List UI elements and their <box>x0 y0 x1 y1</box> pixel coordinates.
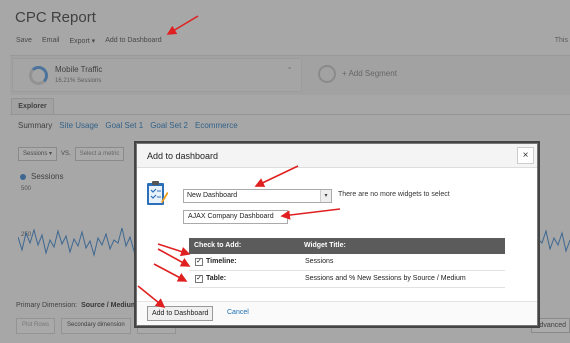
chevron-down-icon: ▾ <box>320 190 331 202</box>
cancel-link[interactable]: Cancel <box>227 309 249 316</box>
timeline-checkbox[interactable]: ✓ <box>195 258 203 266</box>
dialog-header: Add to dashboard × <box>137 144 537 168</box>
timeline-label: Timeline: <box>206 258 237 265</box>
dashboard-select[interactable]: New Dashboard ▾ <box>183 189 332 203</box>
close-icon[interactable]: × <box>517 147 534 164</box>
table-widget-title[interactable]: Sessions and % New Sessions by Source / … <box>305 275 466 282</box>
dialog-footer: Add to Dashboard Cancel <box>137 301 537 325</box>
table-checkbox[interactable]: ✓ <box>195 275 203 283</box>
table-label: Table: <box>206 275 227 282</box>
table-row: ✓ Timeline: Sessions <box>189 254 505 271</box>
add-to-dashboard-submit-button[interactable]: Add to Dashboard <box>147 306 214 321</box>
dialog-title: Add to dashboard <box>147 151 219 161</box>
add-to-dashboard-dialog: Add to dashboard × New Dashboard ▾ There… <box>136 143 538 326</box>
no-more-widgets-text: There are no more widgets to select <box>338 191 450 198</box>
dashboard-select-value: New Dashboard <box>187 192 238 199</box>
widget-table-header: Check to Add: Widget Title: <box>189 238 505 254</box>
table-row: ✓ Table: Sessions and % New Sessions by … <box>189 271 505 288</box>
dashboard-name-input[interactable]: AJAX Company Dashboard <box>183 210 288 224</box>
check-to-add-header: Check to Add: <box>194 242 242 249</box>
clipboard-icon <box>147 181 168 205</box>
widget-title-header: Widget Title: <box>304 242 346 249</box>
timeline-widget-title[interactable]: Sessions <box>305 258 333 265</box>
widget-table: Check to Add: Widget Title: ✓ Timeline: … <box>189 238 505 288</box>
